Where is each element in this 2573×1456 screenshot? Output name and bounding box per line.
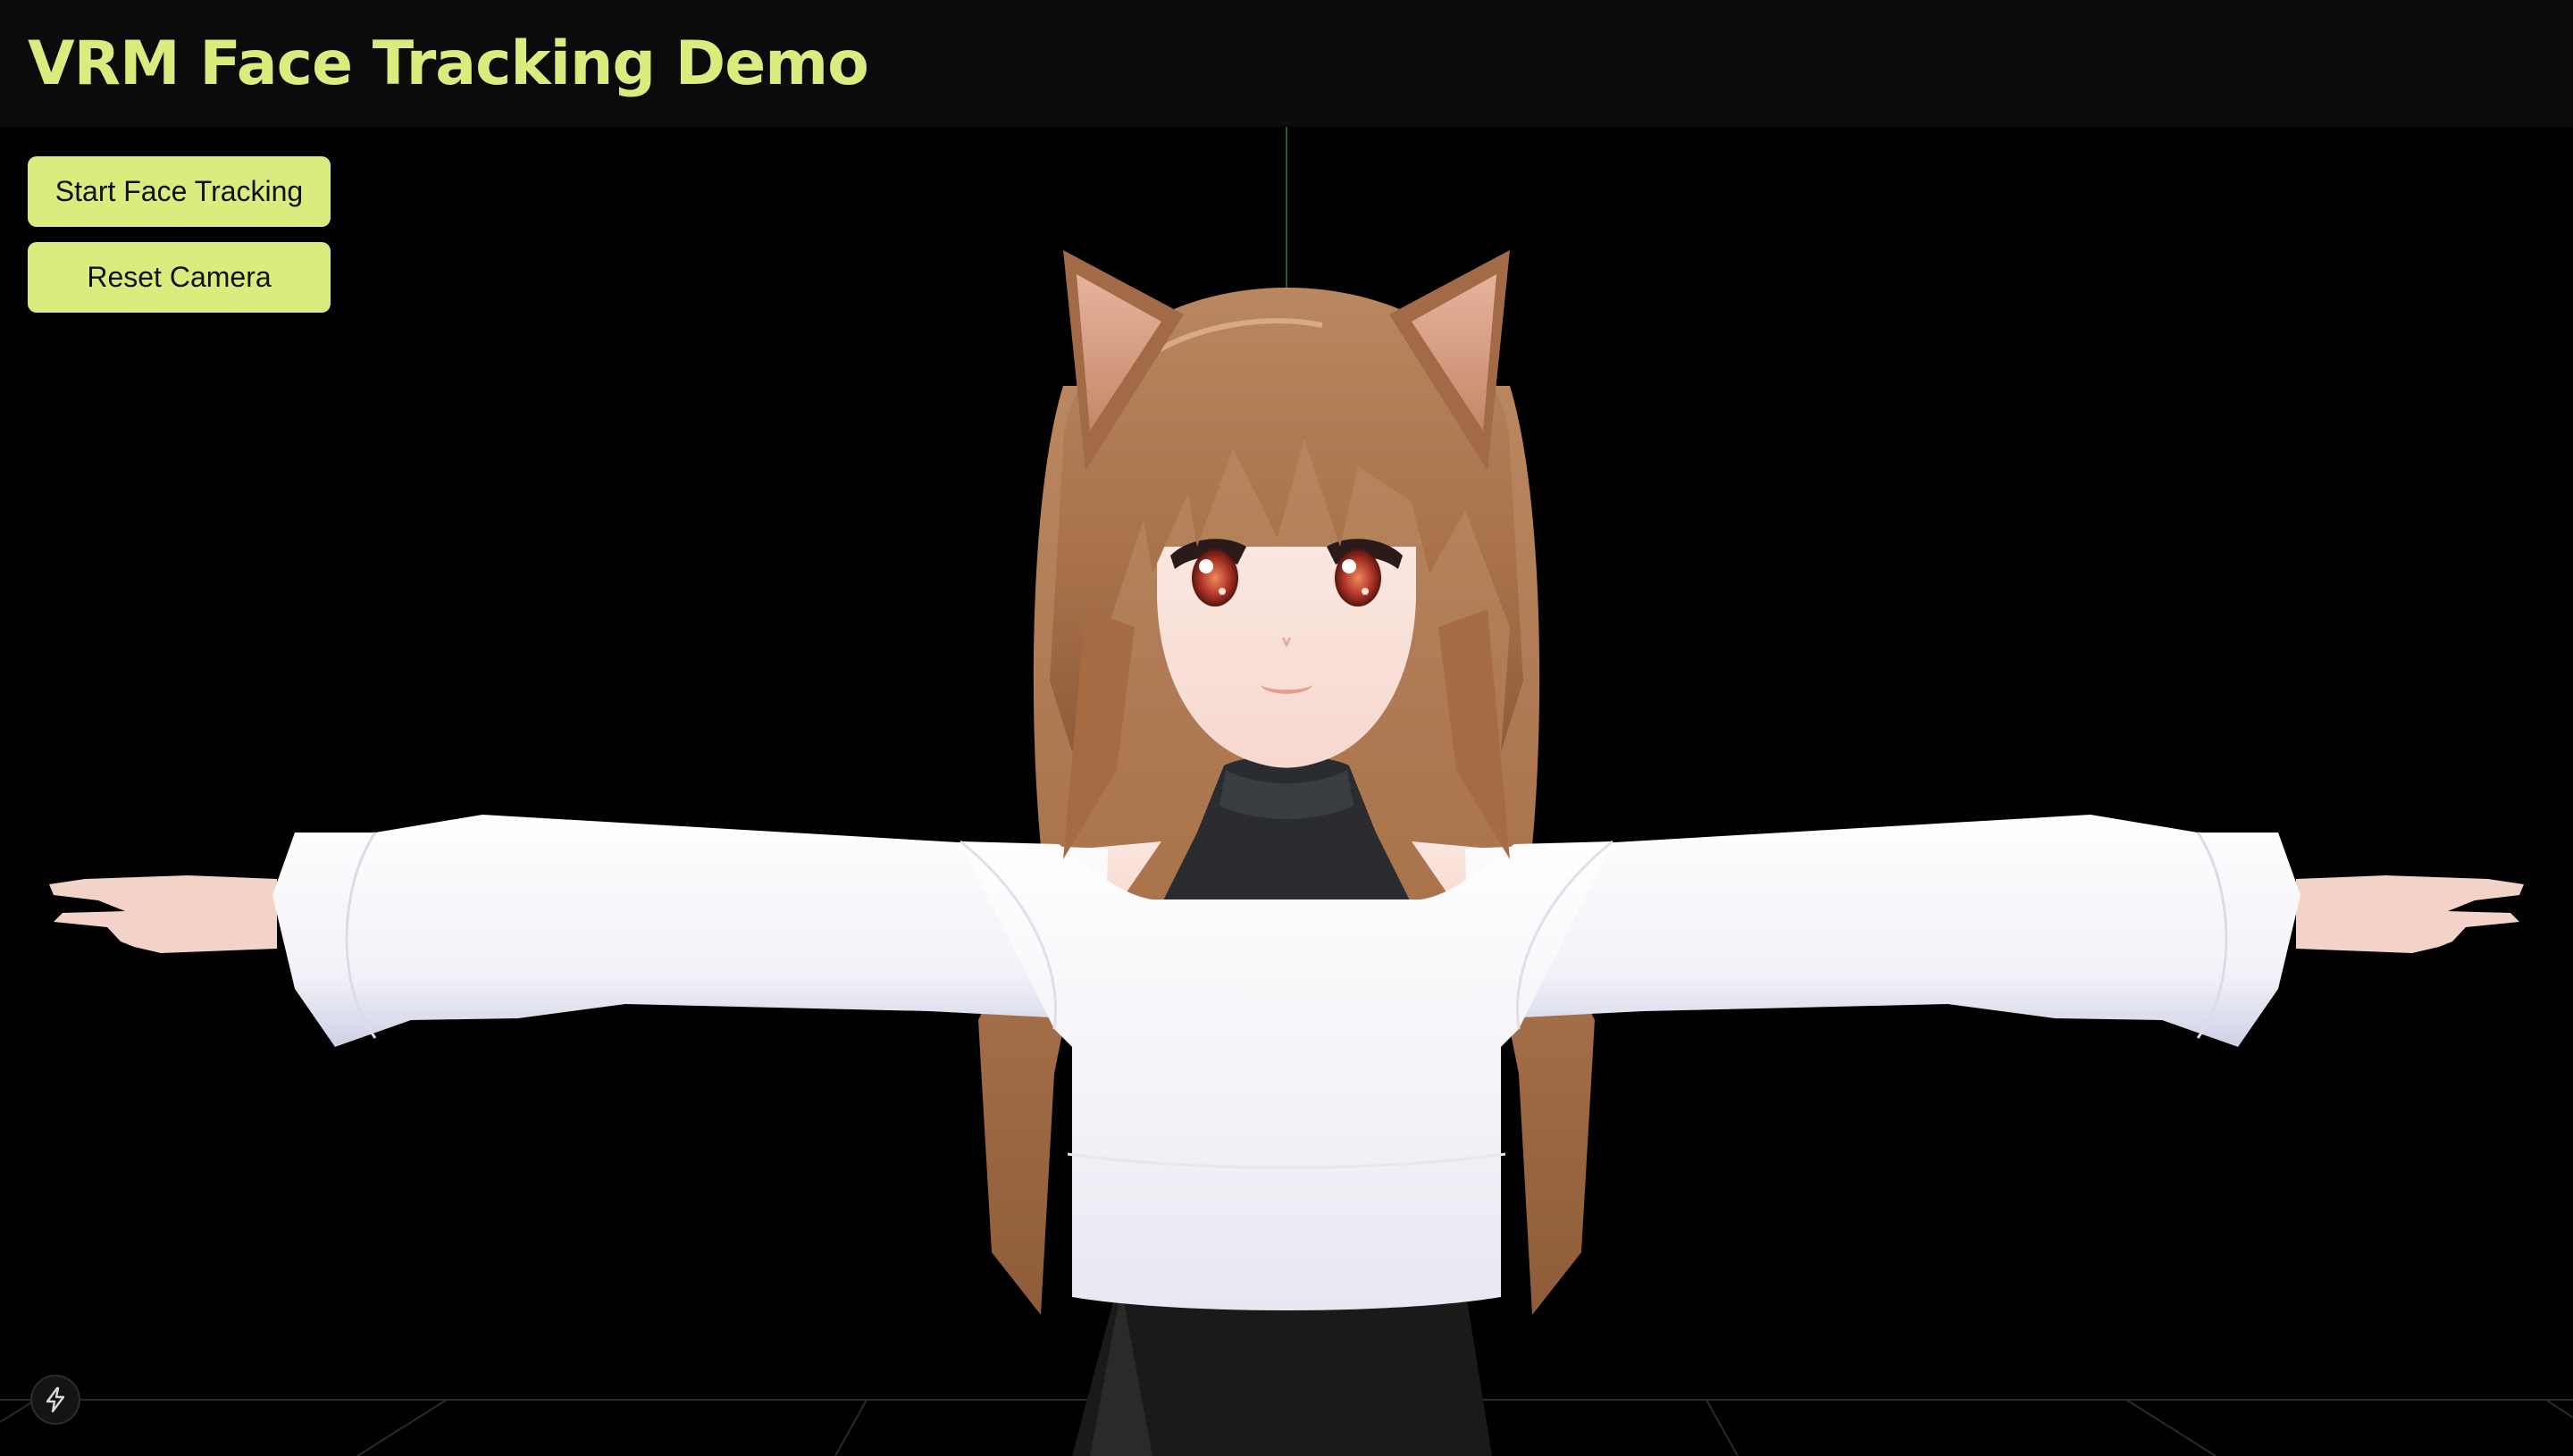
page-title: VRM Face Tracking Demo [28, 28, 869, 99]
top-bar: VRM Face Tracking Demo [0, 0, 2573, 127]
white-top [960, 841, 1613, 1310]
left-hand [49, 875, 277, 953]
scene-canvas[interactable] [0, 127, 2573, 1456]
reset-camera-button[interactable]: Reset Camera [28, 242, 331, 313]
bolt-badge[interactable] [30, 1375, 80, 1425]
control-panel: Start Face Tracking Reset Camera [28, 156, 331, 313]
app-root: VRM Face Tracking Demo Start Face Tracki… [0, 0, 2573, 1456]
bolt-icon [46, 1386, 65, 1413]
right-hand [2296, 875, 2524, 953]
3d-viewport[interactable] [0, 127, 2573, 1456]
start-face-tracking-button[interactable]: Start Face Tracking [28, 156, 331, 227]
